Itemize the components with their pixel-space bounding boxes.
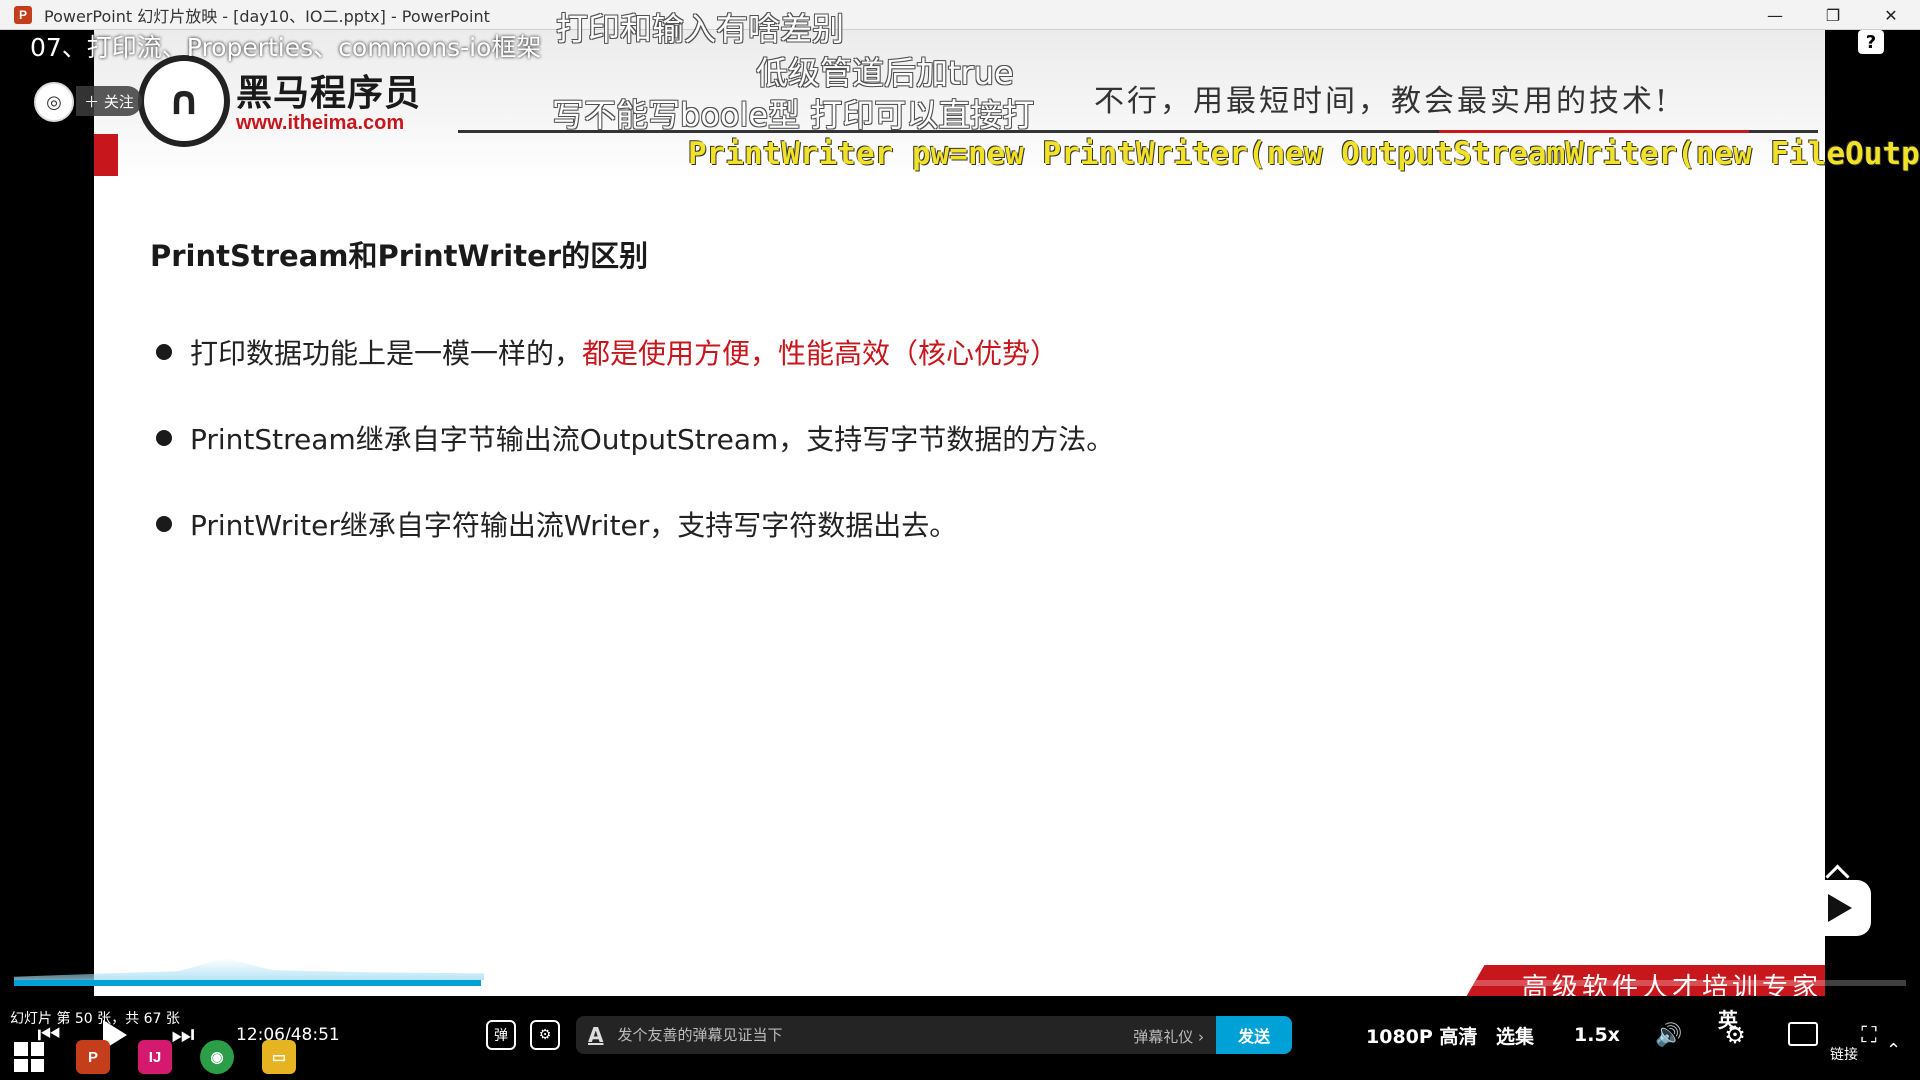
quality-selector[interactable]: 1080P 高清 (1366, 1022, 1477, 1048)
bullet-text: PrintStream继承自字节输出流OutputStream，支持写字节数据的… (190, 423, 1115, 456)
danmaku-comment: PrintWriter pw=new PrintWriter(new Outpu… (688, 136, 1920, 172)
bullet-item: PrintWriter继承自字符输出流Writer，支持写字符数据出去。 (150, 504, 1114, 590)
danmaku-input-box: A 弹幕礼仪 › (576, 1016, 1216, 1054)
logo-name: 黑马程序员 (236, 73, 422, 114)
bullet-dot-icon (156, 344, 172, 360)
tray-link-text[interactable]: 链接 (1830, 1044, 1858, 1064)
taskbar-intellij-icon[interactable]: IJ (138, 1040, 172, 1074)
episodes-button[interactable]: 选集 (1496, 1022, 1534, 1048)
slogan: 不行，用最短时间，教会最实用的技术! (1094, 84, 1671, 119)
taskbar-chrome-icon[interactable]: ◉ (200, 1040, 234, 1074)
window-title-bar: P PowerPoint 幻灯片放映 - [day10、IO二.pptx] - … (0, 0, 1920, 30)
close-button[interactable]: ✕ (1862, 0, 1920, 30)
follow-button[interactable]: ＋ 关注 (76, 86, 142, 116)
danmaku-style-icon[interactable]: A (588, 1023, 603, 1047)
minimize-button[interactable]: — (1746, 0, 1804, 30)
danmaku-etiquette-link[interactable]: 弹幕礼仪 › (1133, 1026, 1204, 1047)
restore-button[interactable]: ❐ (1804, 0, 1862, 30)
slide-red-tab (94, 134, 118, 176)
bullet-item: PrintStream继承自字节输出流OutputStream，支持写字节数据的… (150, 418, 1114, 504)
player-left-bar (0, 30, 94, 1000)
video-title: 07、打印流、Properties、commons-io框架 (30, 33, 542, 62)
progress-bar[interactable] (14, 980, 1906, 986)
send-button[interactable]: 发送 (1216, 1016, 1292, 1054)
uploader-avatar[interactable]: ◎ (34, 82, 74, 122)
bullet-item: 打印数据功能上是一模一样的，都是使用方便，性能高效（核心优势） (150, 332, 1114, 418)
window-controls: — ❐ ✕ (1746, 0, 1920, 30)
danmaku-input[interactable] (617, 1020, 1098, 1050)
total-time: 48:51 (290, 1025, 340, 1045)
bilibili-tv-play-icon[interactable] (1803, 880, 1871, 936)
progress-bar-fill (14, 980, 482, 986)
speed-selector[interactable]: 1.5x (1574, 1022, 1620, 1048)
header-divider-accent (1439, 130, 1749, 133)
slide: ∩ 黑马程序员 www.itheima.com 不行，用最短时间，教会最实用的技… (94, 30, 1825, 996)
ime-indicator[interactable]: 英 (1718, 1004, 1738, 1033)
bullet-text: 打印数据功能上是一模一样的， (190, 337, 583, 370)
bullet-text: PrintWriter继承自字符输出流Writer，支持写字符数据出去。 (190, 509, 958, 542)
danmaku-comment: 写不能写boole型 打印可以直接打 (552, 96, 1035, 134)
logo-url: www.itheima.com (236, 112, 405, 134)
tray-chevron-icon[interactable]: ⌃ (1886, 1040, 1901, 1061)
next-icon[interactable]: ⏭ (168, 1020, 198, 1050)
bullet-list: 打印数据功能上是一模一样的，都是使用方便，性能高效（核心优势） PrintStr… (150, 332, 1114, 590)
danmaku-settings-icon[interactable]: ⚙ (530, 1020, 560, 1050)
danmaku-comment: 打印和输入有啥差别 (556, 10, 845, 48)
bullet-highlight: 都是使用方便，性能高效（核心优势） (582, 337, 1059, 370)
taskbar-explorer-icon[interactable]: ▭ (262, 1040, 296, 1074)
bullet-dot-icon (156, 516, 172, 532)
window-title: PowerPoint 幻灯片放映 - [day10、IO二.pptx] - Po… (44, 6, 490, 26)
player-right-bar (1825, 30, 1920, 1000)
bullet-dot-icon (156, 430, 172, 446)
slide-heading: PrintStream和PrintWriter的区别 (150, 239, 649, 273)
picture-in-picture-icon[interactable] (1788, 1022, 1818, 1046)
taskbar-powerpoint-icon[interactable]: P (76, 1040, 110, 1074)
danmaku-comment: 低级管道后加true (756, 54, 1014, 92)
windows-start-icon[interactable] (14, 1042, 44, 1072)
itheima-horse-logo-icon: ∩ (138, 55, 230, 147)
help-icon[interactable]: ? (1858, 30, 1884, 54)
danmaku-toggle-icon[interactable]: 弹 (486, 1020, 516, 1050)
fullscreen-icon[interactable]: ⛶ (1854, 1020, 1884, 1050)
powerpoint-app-icon: P (14, 5, 32, 24)
volume-icon[interactable]: 🔊 (1654, 1020, 1684, 1050)
